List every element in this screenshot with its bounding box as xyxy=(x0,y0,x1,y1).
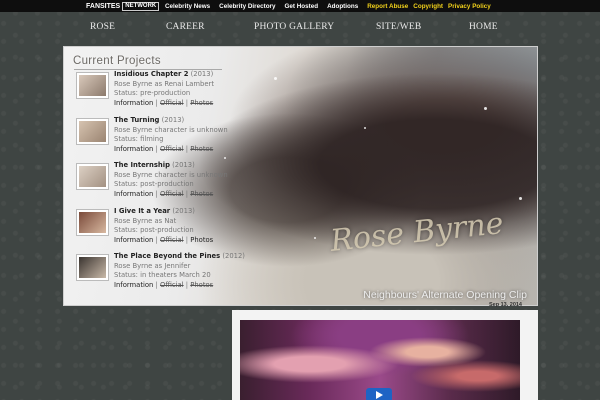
link-official[interactable]: Official xyxy=(160,99,184,107)
link-get-hosted[interactable]: Get Hosted xyxy=(285,3,319,10)
link-copyright[interactable]: Copyright xyxy=(413,3,443,10)
project-status: Status: post-production xyxy=(114,226,194,235)
link-official[interactable]: Official xyxy=(160,236,184,244)
project-title[interactable]: Insidious Chapter 2 xyxy=(114,70,188,78)
link-photos[interactable]: Photos xyxy=(190,236,213,244)
sparkle-decoration xyxy=(274,77,277,80)
section-title: Current Projects xyxy=(73,55,161,67)
project-title[interactable]: I Give It a Year xyxy=(114,207,170,215)
link-privacy-policy[interactable]: Privacy Policy xyxy=(448,3,491,10)
project-role: Rose Byrne as Nat xyxy=(114,216,177,225)
project-thumbnail[interactable] xyxy=(76,163,109,190)
nav-photo-gallery[interactable]: PHOTO GALLERY xyxy=(254,22,334,32)
link-report-abuse[interactable]: Report Abuse xyxy=(367,3,408,10)
project-thumbnail[interactable] xyxy=(76,254,109,281)
link-photos[interactable]: Photos xyxy=(190,99,213,107)
project-role: Rose Byrne as Jennifer xyxy=(114,261,191,270)
video-date: Sep 13, 2014 xyxy=(488,302,522,308)
project-year: (2013) xyxy=(172,207,195,215)
project-title[interactable]: The Turning xyxy=(114,116,159,124)
link-information[interactable]: Information xyxy=(114,145,153,153)
logo-text: FANSITES xyxy=(86,2,121,10)
project-role: Rose Byrne character is unknown xyxy=(114,125,228,134)
link-official[interactable]: Official xyxy=(160,145,184,153)
project-thumbnail[interactable] xyxy=(76,118,109,145)
sparkle-decoration xyxy=(364,127,366,129)
link-official[interactable]: Official xyxy=(160,190,184,198)
project-status: Status: post-production xyxy=(114,180,194,189)
project-thumbnail[interactable] xyxy=(76,72,109,99)
link-photos[interactable]: Photos xyxy=(190,145,213,153)
project-role: Rose Byrne character is unknown xyxy=(114,170,228,179)
play-button[interactable] xyxy=(366,388,392,400)
video-title[interactable]: Neighbours' Alternate Opening Clip xyxy=(363,289,527,301)
sparkle-decoration xyxy=(484,107,487,110)
project-year: (2013) xyxy=(161,116,185,124)
nav-rose[interactable]: ROSE xyxy=(90,22,115,32)
play-icon xyxy=(376,391,383,399)
link-photos[interactable]: Photos xyxy=(190,281,213,289)
project-status: Status: pre-production xyxy=(114,89,191,98)
link-celebrity-directory[interactable]: Celebrity Directory xyxy=(219,3,275,10)
project-year: (2013) xyxy=(190,70,214,78)
project-item: The Turning (2013) Rose Byrne character … xyxy=(76,116,256,158)
project-year: (2012) xyxy=(222,252,245,260)
link-adoptions[interactable]: Adoptions xyxy=(327,3,358,10)
top-bar: FANSITES NETWORK Celebrity News Celebrit… xyxy=(0,0,600,12)
project-item: I Give It a Year (2013) Rose Byrne as Na… xyxy=(76,207,256,249)
link-information[interactable]: Information xyxy=(114,190,153,198)
project-role: Rose Byrne as Renai Lambert xyxy=(114,79,214,88)
nav-home[interactable]: HOME xyxy=(469,22,498,32)
main-nav: ROSE CAREER PHOTO GALLERY SITE/WEB HOME xyxy=(0,22,600,36)
project-status: Status: filming xyxy=(114,135,164,144)
link-information[interactable]: Information xyxy=(114,99,153,107)
fansites-logo[interactable]: FANSITES NETWORK xyxy=(86,1,160,11)
sparkle-decoration xyxy=(314,237,316,239)
sparkle-decoration xyxy=(519,197,522,200)
link-information[interactable]: Information xyxy=(114,281,153,289)
project-item: Insidious Chapter 2 (2013) Rose Byrne as… xyxy=(76,70,256,112)
project-thumbnail[interactable] xyxy=(76,209,109,236)
project-year: (2013) xyxy=(172,161,195,169)
link-photos[interactable]: Photos xyxy=(190,190,213,198)
logo-network: NETWORK xyxy=(122,1,160,11)
link-celebrity-news[interactable]: Celebrity News xyxy=(165,3,210,10)
project-item: The Place Beyond the Pines (2012) Rose B… xyxy=(76,252,256,294)
nav-site-web[interactable]: SITE/WEB xyxy=(376,22,421,32)
project-title[interactable]: The Place Beyond the Pines xyxy=(114,252,220,260)
project-status: Status: in theaters March 20 xyxy=(114,271,211,280)
link-official[interactable]: Official xyxy=(160,281,184,289)
top-links: Celebrity News Celebrity Directory Get H… xyxy=(165,0,496,12)
project-title[interactable]: The Internship xyxy=(114,161,170,169)
nav-career[interactable]: CAREER xyxy=(166,22,205,32)
project-item: The Internship (2013) Rose Byrne charact… xyxy=(76,161,256,203)
link-information[interactable]: Information xyxy=(114,236,153,244)
